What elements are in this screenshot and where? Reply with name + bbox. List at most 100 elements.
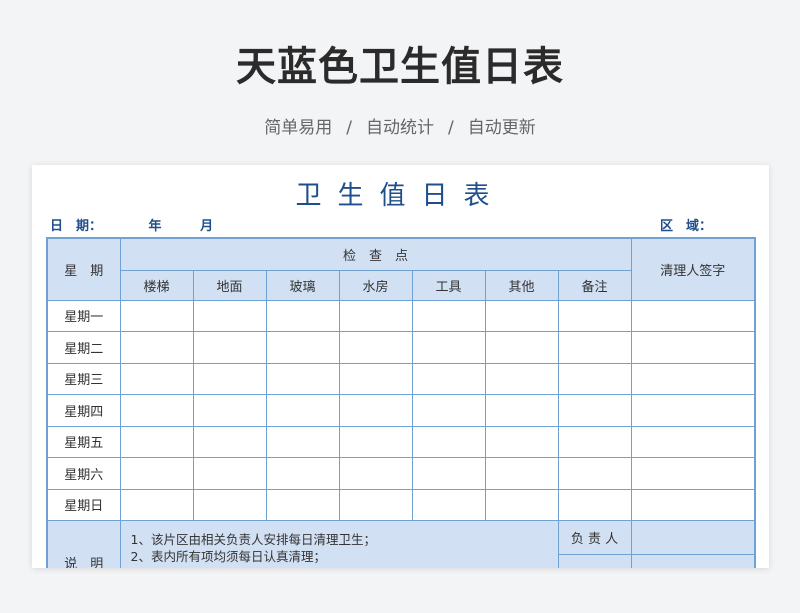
check-cell[interactable] bbox=[192, 362, 267, 395]
check-cell[interactable] bbox=[119, 394, 194, 427]
date-label: 日 期： bbox=[50, 219, 103, 234]
check-cell[interactable] bbox=[411, 488, 486, 521]
check-cell[interactable] bbox=[192, 425, 267, 458]
check-cell[interactable] bbox=[119, 425, 194, 458]
check-cell[interactable] bbox=[338, 362, 413, 395]
signer-cell[interactable] bbox=[630, 425, 756, 458]
check-cell[interactable] bbox=[411, 457, 486, 490]
day-cell: 星期五 bbox=[46, 425, 121, 458]
check-cell[interactable] bbox=[484, 331, 559, 364]
signer-cell[interactable] bbox=[630, 299, 756, 332]
check-cell[interactable] bbox=[411, 425, 486, 458]
check-cell[interactable] bbox=[119, 299, 194, 332]
day-cell: 星期日 bbox=[46, 488, 121, 521]
signer-cell[interactable] bbox=[630, 394, 756, 427]
check-cell[interactable] bbox=[557, 331, 632, 364]
signer-cell[interactable] bbox=[630, 457, 756, 490]
note-line-1: 1、该片区由相关负责人安排每日清理卫生； bbox=[130, 532, 376, 547]
duty-sheet: 卫生值日表 日 期： 年 月 区 域： 星 期 检 查 点 清理人签字 楼梯 地… bbox=[32, 165, 769, 568]
signer-cell[interactable] bbox=[630, 362, 756, 395]
check-cell[interactable] bbox=[557, 425, 632, 458]
check-cell[interactable] bbox=[265, 394, 340, 427]
check-cell[interactable] bbox=[484, 425, 559, 458]
col-water-room: 水房 bbox=[338, 269, 413, 301]
day-cell: 星期二 bbox=[46, 331, 121, 364]
check-cell[interactable] bbox=[265, 299, 340, 332]
area-label: 区 域： bbox=[660, 219, 713, 234]
check-cell[interactable] bbox=[192, 299, 267, 332]
feature-subtitle: 简单易用 / 自动统计 / 自动更新 bbox=[0, 113, 800, 138]
check-cell[interactable] bbox=[338, 488, 413, 521]
col-tools: 工具 bbox=[411, 269, 486, 301]
check-cell[interactable] bbox=[411, 362, 486, 395]
separator: / bbox=[448, 118, 454, 138]
check-cell[interactable] bbox=[484, 488, 559, 521]
table-row: 星期一 bbox=[46, 299, 756, 332]
check-cell[interactable] bbox=[119, 362, 194, 395]
check-cell[interactable] bbox=[265, 425, 340, 458]
check-cell[interactable] bbox=[119, 331, 194, 364]
separator: / bbox=[346, 118, 352, 138]
table-row: 星期三 bbox=[46, 362, 756, 395]
feature-easy: 简单易用 bbox=[264, 118, 333, 138]
check-cell[interactable] bbox=[411, 331, 486, 364]
col-glass: 玻璃 bbox=[265, 269, 340, 301]
check-cell[interactable] bbox=[338, 331, 413, 364]
owner-sign-cell[interactable] bbox=[557, 554, 632, 568]
duty-table: 星 期 检 查 点 清理人签字 楼梯 地面 玻璃 水房 工具 其他 备注 星期一… bbox=[46, 237, 757, 568]
day-header: 星 期 bbox=[46, 237, 121, 301]
check-cell[interactable] bbox=[338, 299, 413, 332]
table-row: 星期二 bbox=[46, 331, 756, 364]
check-cell[interactable] bbox=[119, 488, 194, 521]
notes-text: 1、该片区由相关负责人安排每日清理卫生； 2、表内所有项均须每日认真清理； bbox=[119, 520, 559, 568]
col-remarks: 备注 bbox=[557, 269, 632, 301]
signer-cell[interactable] bbox=[630, 331, 756, 364]
check-cell[interactable] bbox=[338, 394, 413, 427]
check-cell[interactable] bbox=[192, 331, 267, 364]
check-cell[interactable] bbox=[192, 488, 267, 521]
col-stairs: 楼梯 bbox=[119, 269, 194, 301]
check-cell[interactable] bbox=[484, 362, 559, 395]
owner-cell[interactable] bbox=[630, 520, 756, 555]
day-cell: 星期三 bbox=[46, 362, 121, 395]
date-field: 日 期： 年 月 bbox=[50, 215, 221, 234]
check-cell[interactable] bbox=[265, 457, 340, 490]
check-cell[interactable] bbox=[484, 457, 559, 490]
check-cell[interactable] bbox=[119, 457, 194, 490]
notes-label: 说 明 bbox=[46, 520, 121, 568]
sheet-title: 卫生值日表 bbox=[295, 181, 506, 211]
signer-cell[interactable] bbox=[630, 488, 756, 521]
note-line-2: 2、表内所有项均须每日认真清理； bbox=[130, 549, 326, 564]
check-header: 检 查 点 bbox=[119, 237, 632, 271]
check-cell[interactable] bbox=[338, 457, 413, 490]
table-row: 星期六 bbox=[46, 457, 756, 490]
check-cell[interactable] bbox=[338, 425, 413, 458]
col-floor: 地面 bbox=[192, 269, 267, 301]
table-row: 星期四 bbox=[46, 394, 756, 427]
check-cell[interactable] bbox=[557, 394, 632, 427]
table-row: 星期五 bbox=[46, 425, 756, 458]
check-cell[interactable] bbox=[557, 299, 632, 332]
table-row: 星期日 bbox=[46, 488, 756, 521]
owner-sign-cell[interactable] bbox=[630, 554, 756, 568]
check-cell[interactable] bbox=[192, 457, 267, 490]
check-cell[interactable] bbox=[265, 488, 340, 521]
check-cell[interactable] bbox=[484, 394, 559, 427]
check-cell[interactable] bbox=[265, 362, 340, 395]
check-cell[interactable] bbox=[557, 457, 632, 490]
col-other: 其他 bbox=[484, 269, 559, 301]
year-label: 年 bbox=[148, 219, 162, 234]
check-cell[interactable] bbox=[484, 299, 559, 332]
check-cell[interactable] bbox=[557, 362, 632, 395]
owner-label: 负 责 人 bbox=[557, 520, 632, 555]
feature-auto-stat: 自动统计 bbox=[366, 118, 434, 138]
check-cell[interactable] bbox=[411, 394, 486, 427]
page-title: 天蓝色卫生值日表 bbox=[236, 44, 564, 90]
check-cell[interactable] bbox=[557, 488, 632, 521]
check-cell[interactable] bbox=[265, 331, 340, 364]
check-cell[interactable] bbox=[192, 394, 267, 427]
month-label: 月 bbox=[200, 219, 214, 234]
check-cell[interactable] bbox=[411, 299, 486, 332]
signer-header: 清理人签字 bbox=[630, 237, 756, 301]
day-cell: 星期六 bbox=[46, 457, 121, 490]
